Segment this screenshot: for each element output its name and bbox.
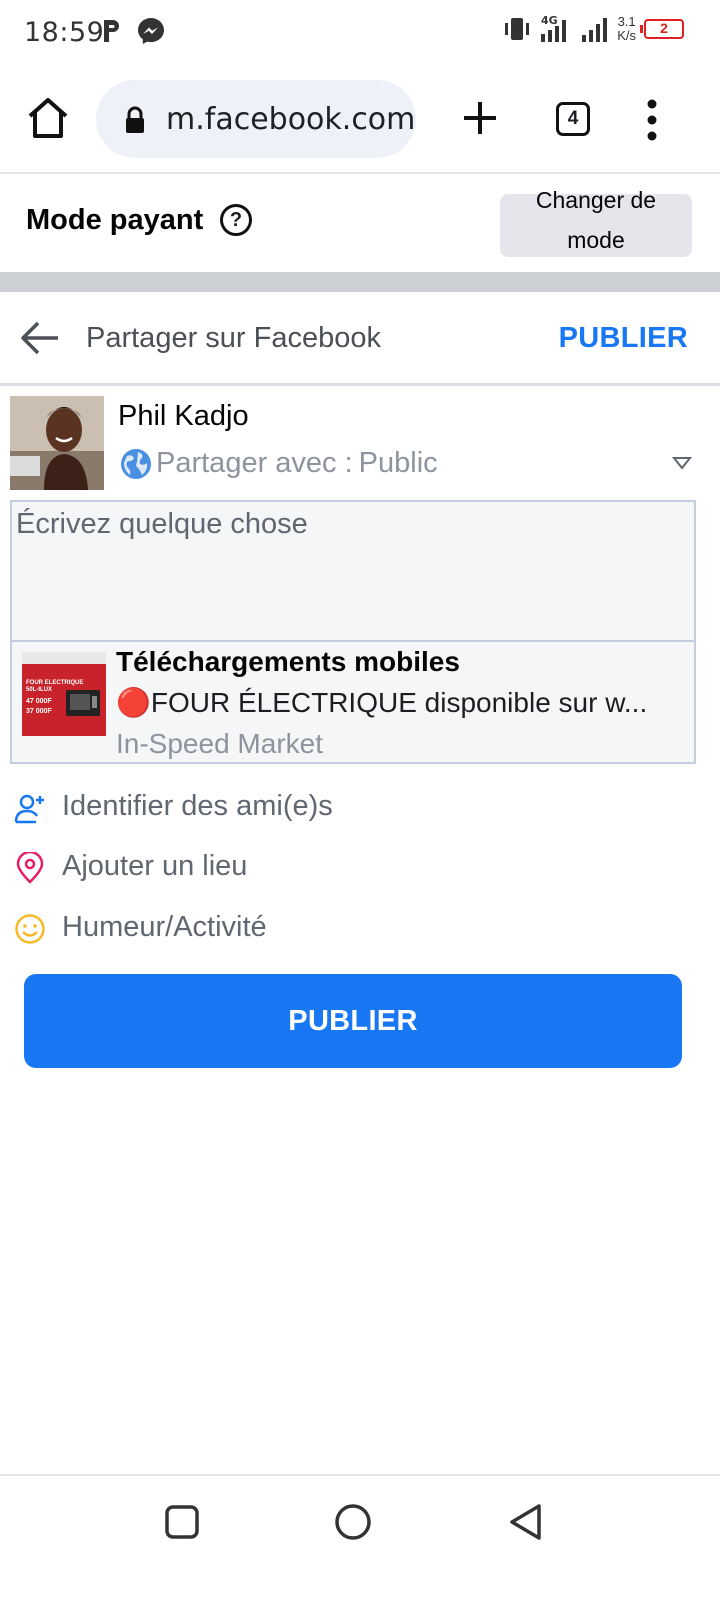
location-pin-icon [16,852,44,884]
help-icon[interactable]: ? [220,204,252,236]
divider [0,272,720,292]
publish-button[interactable]: PUBLIER [24,974,682,1068]
signal-4g-icon: 4G [541,14,567,42]
new-tab-icon[interactable] [460,98,500,138]
chevron-down-icon[interactable] [672,456,692,470]
link-preview-thumbnail: FOUR ELECTRIQUE 50L-ILUX 47 000F 37 000F [22,652,106,736]
vibrate-icon [505,18,530,40]
lock-icon [126,106,144,133]
add-location-label: Ajouter un lieu [62,850,248,882]
page-title: Partager sur Facebook [86,322,381,354]
link-preview-title: Téléchargements mobiles [116,646,460,677]
change-mode-button[interactable]: Changer de mode [500,187,692,257]
feeling-activity-label: Humeur/Activité [62,911,267,943]
p-app-icon [104,20,119,42]
link-preview-card[interactable]: FOUR ELECTRIQUE 50L-ILUX 47 000F 37 000F… [10,642,696,764]
back-triangle-icon[interactable] [506,1502,546,1542]
link-preview-source: In-Speed Market [116,728,323,759]
recent-apps-icon[interactable] [162,1502,202,1542]
tab-switcher-button[interactable]: 4 [556,102,590,136]
svg-text:4G: 4G [541,14,558,27]
status-right-icons: 4G 3.1 K/s 2 [503,14,684,44]
net-speed: 3.1 K/s [617,14,636,43]
globe-icon [121,449,151,479]
url-text: m.facebook.com [166,102,416,137]
audience-selector[interactable]: Partager avec : Public [156,447,438,480]
tag-friends-option[interactable]: Identifier des ami(e)s [0,778,720,838]
home-icon[interactable] [24,94,72,142]
publish-link[interactable]: PUBLIER [559,322,688,355]
signal-icon [582,18,608,42]
data-mode-bar: Mode payant ? Changer de mode [0,176,720,272]
more-menu-icon[interactable] [644,98,660,142]
status-bar: 18:59 4G 3.1 K/s 2 [0,0,720,66]
battery-icon: 2 [640,19,684,39]
avatar [10,396,104,490]
post-text-input[interactable]: Écrivez quelque chose [10,500,696,642]
smiley-icon [15,914,45,944]
status-notification-icons [100,16,166,46]
browser-toolbar: m.facebook.com 4 [0,70,720,174]
share-header: Partager sur Facebook PUBLIER [0,292,720,386]
post-text-placeholder: Écrivez quelque chose [16,508,308,540]
add-location-option[interactable]: Ajouter un lieu [0,838,720,898]
feeling-activity-option[interactable]: Humeur/Activité [0,899,720,959]
messenger-icon [138,18,164,44]
mode-title: Mode payant [26,204,204,236]
home-circle-icon[interactable] [333,1502,373,1542]
user-name: Phil Kadjo [118,400,249,432]
system-nav-bar [0,1474,720,1600]
url-bar[interactable]: m.facebook.com [96,80,416,158]
tag-friends-label: Identifier des ami(e)s [62,790,333,822]
back-arrow-icon[interactable] [20,320,60,356]
link-preview-description: 🔴FOUR ÉLECTRIQUE disponible sur w... [116,687,648,718]
status-time: 18:59 [24,17,105,48]
tag-friends-icon [14,794,44,824]
